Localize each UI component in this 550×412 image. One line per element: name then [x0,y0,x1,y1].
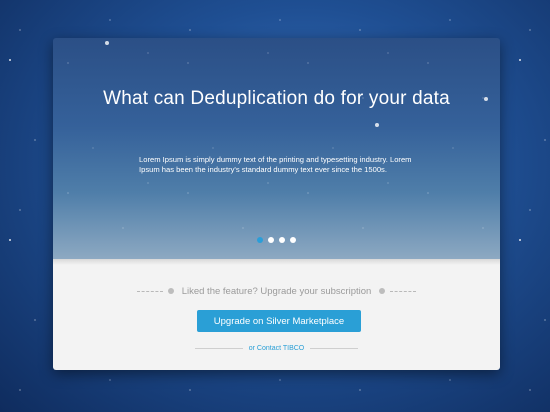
feature-card: What can Deduplication do for your data … [53,38,500,370]
contact-link[interactable]: or Contact TIBCO [249,345,305,352]
bullet-icon [167,288,174,294]
carousel-dot-4[interactable] [290,237,296,243]
carousel-dots [53,237,500,243]
upgrade-panel: Liked the feature? Upgrade your subscrip… [53,259,500,370]
hero-title: What can Deduplication do for your data [103,88,450,109]
hero-description: Lorem Ipsum is simply dummy text of the … [139,154,412,175]
divider [390,290,417,292]
star-node [105,41,109,45]
divider [136,290,163,292]
carousel-dot-3[interactable] [279,237,285,243]
bullet-icon [379,288,386,294]
upgrade-prompt-row: Liked the feature? Upgrade your subscrip… [53,285,500,297]
hero-banner: What can Deduplication do for your data … [53,38,500,259]
contact-row: or Contact TIBCO [53,343,500,353]
carousel-dot-2[interactable] [268,237,274,243]
carousel-dot-1[interactable] [257,237,263,243]
divider [194,347,243,349]
upgrade-button[interactable]: Upgrade on Silver Marketplace [197,310,361,332]
divider [310,347,359,349]
star-node [375,123,379,127]
upgrade-prompt: Liked the feature? Upgrade your subscrip… [181,285,372,297]
